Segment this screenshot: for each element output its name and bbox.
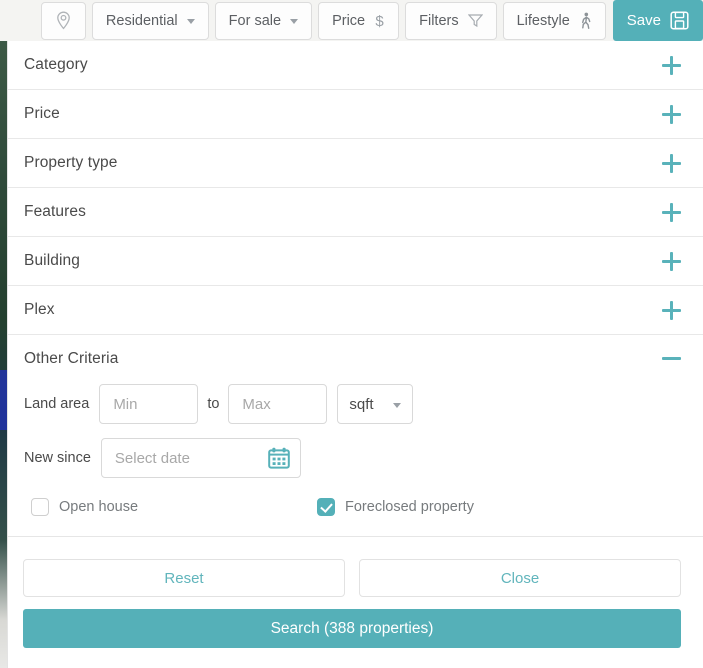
for-sale-label: For sale — [228, 12, 282, 29]
land-area-min-input[interactable] — [99, 384, 199, 424]
new-since-row: New since — [24, 438, 687, 478]
date-field-wrapper — [100, 438, 301, 478]
residential-label: Residential — [105, 12, 178, 29]
foreclosed-property-label: Foreclosed property — [345, 499, 474, 515]
filter-accordion: Category Price Property type Features Bu… — [8, 41, 703, 382]
plus-icon[interactable] — [662, 251, 681, 271]
minus-icon[interactable] — [662, 349, 681, 368]
land-area-unit-select[interactable]: sqft — [337, 384, 414, 424]
top-toolbar: Residential For sale Price $ Filters Lif… — [0, 0, 703, 41]
accordion-label: Building — [24, 252, 80, 269]
price-button[interactable]: Price $ — [318, 1, 400, 40]
search-label: Search (388 properties) — [270, 619, 434, 637]
plus-icon[interactable] — [662, 104, 681, 124]
new-since-date-input[interactable] — [100, 438, 301, 478]
plus-icon[interactable] — [662, 153, 681, 173]
close-button[interactable]: Close — [359, 559, 681, 597]
reset-button[interactable]: Reset — [23, 559, 345, 597]
foreclosed-property-checkbox[interactable] — [317, 498, 336, 516]
accordion-label: Price — [24, 105, 60, 122]
open-house-checkbox[interactable] — [31, 498, 49, 516]
accordion-section-features[interactable]: Features — [8, 188, 703, 237]
accordion-label: Plex — [24, 301, 55, 318]
svg-text:$: $ — [375, 13, 384, 30]
accordion-section-price[interactable]: Price — [8, 90, 703, 139]
new-since-label: New since — [24, 450, 91, 466]
filters-label: Filters — [419, 12, 459, 29]
save-button[interactable]: Save — [612, 0, 703, 41]
land-area-unit-value: sqft — [349, 395, 374, 413]
chevron-down-icon — [290, 19, 299, 24]
filters-button[interactable]: Filters — [405, 1, 497, 40]
close-label: Close — [500, 569, 540, 587]
price-label: Price — [332, 12, 366, 29]
plus-icon[interactable] — [662, 300, 681, 320]
residential-dropdown-button[interactable]: Residential — [91, 1, 209, 40]
panel-footer: Reset Close Search (388 properties) — [8, 536, 703, 648]
chevron-down-icon — [393, 402, 402, 408]
accordion-label: Property type — [24, 154, 118, 171]
plus-icon[interactable] — [662, 202, 681, 222]
criteria-checkbox-row: Open house Foreclosed property — [24, 498, 687, 516]
funnel-icon — [467, 13, 483, 28]
accordion-section-property-type[interactable]: Property type — [8, 139, 703, 188]
open-house-label: Open house — [59, 499, 139, 515]
search-button[interactable]: Search (388 properties) — [23, 609, 681, 648]
accordion-label: Other Criteria — [24, 349, 119, 367]
location-button[interactable] — [40, 1, 86, 40]
accordion-section-other-criteria[interactable]: Other Criteria — [8, 335, 703, 382]
land-area-max-input[interactable] — [228, 384, 328, 424]
other-criteria-body: Land area to sqft New since — [8, 382, 703, 516]
accordion-section-plex[interactable]: Plex — [8, 286, 703, 335]
lifestyle-label: Lifestyle — [516, 12, 570, 29]
open-house-checkbox-item[interactable]: Open house — [31, 498, 138, 516]
accordion-label: Category — [24, 56, 88, 73]
land-area-row: Land area to sqft — [24, 384, 687, 424]
plus-icon[interactable] — [662, 55, 681, 75]
lifestyle-button[interactable]: Lifestyle — [502, 1, 606, 40]
accordion-label: Features — [24, 203, 86, 220]
floppy-disk-icon — [670, 11, 689, 30]
filters-panel: Category Price Property type Features Bu… — [7, 41, 703, 668]
reset-label: Reset — [164, 569, 204, 587]
land-area-separator: to — [207, 396, 220, 412]
for-sale-dropdown-button[interactable]: For sale — [214, 1, 313, 40]
chevron-down-icon — [186, 19, 195, 24]
foreclosed-property-checkbox-item[interactable]: Foreclosed property — [317, 498, 474, 516]
save-label: Save — [626, 12, 661, 29]
dollar-icon: $ — [374, 12, 385, 30]
footer-button-row: Reset Close — [23, 559, 681, 597]
land-area-label: Land area — [24, 396, 90, 412]
accordion-section-category[interactable]: Category — [8, 41, 703, 90]
map-pin-icon — [56, 11, 71, 30]
accordion-section-building[interactable]: Building — [8, 237, 703, 286]
walking-person-icon — [579, 12, 592, 30]
